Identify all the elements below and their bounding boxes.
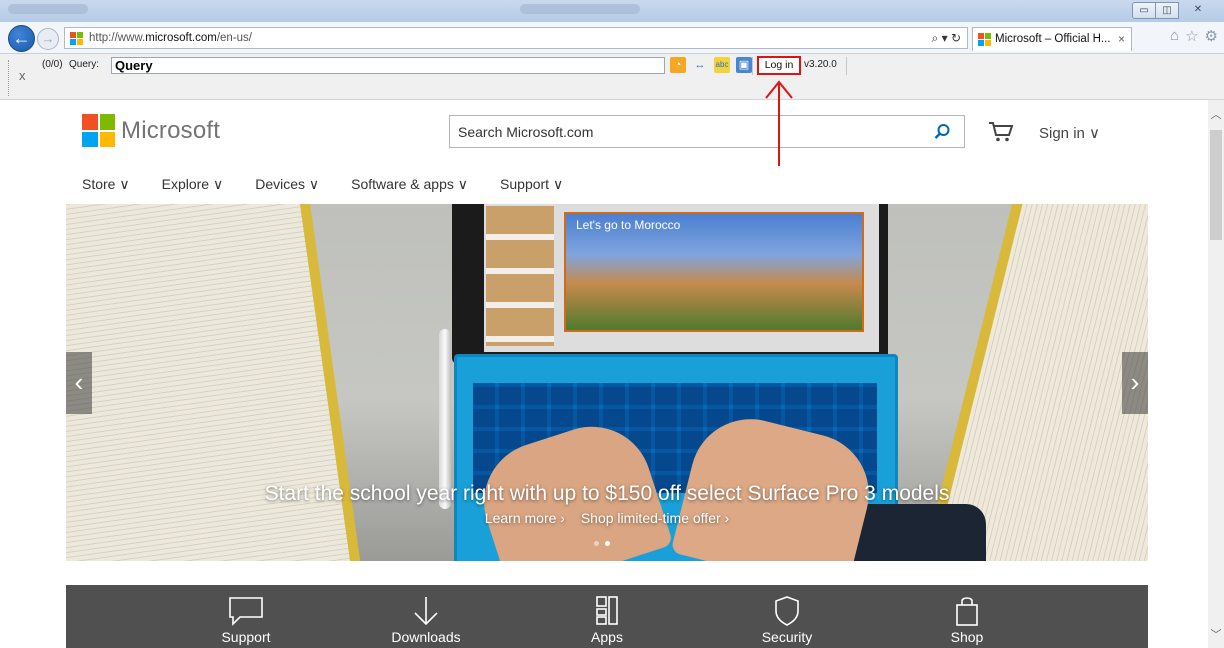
toolbar-separator [752, 57, 753, 75]
carousel-dots [594, 541, 610, 546]
tab-close-button[interactable]: × [1118, 32, 1125, 46]
microsoft-logo-icon [82, 114, 115, 147]
query-input[interactable]: Query [111, 57, 665, 74]
forward-button[interactable]: → [37, 28, 59, 50]
star-icon[interactable]: ☆ [1185, 27, 1198, 45]
hero-title: Start the school year right with up to $… [264, 482, 950, 505]
browser-tab[interactable]: Microsoft – Official H... × [972, 27, 1132, 51]
sign-in-link[interactable]: Sign in ∨ [1039, 124, 1100, 142]
page-scrollbar[interactable]: ︿ ﹀ [1208, 100, 1224, 648]
microsoft-logo[interactable]: Microsoft [82, 114, 220, 147]
annotation-arrow [765, 80, 793, 166]
restore-button[interactable]: ◫ [1155, 2, 1179, 19]
menu-software-apps[interactable]: Software & apps ∨ [351, 176, 468, 193]
carousel-dot[interactable] [594, 541, 599, 546]
tile-label: Downloads [391, 629, 461, 645]
menu-explore[interactable]: Explore ∨ [162, 176, 224, 193]
cart-icon[interactable] [988, 121, 1014, 143]
home-icon[interactable]: ⌂ [1170, 27, 1179, 45]
tile-security[interactable]: Security [727, 595, 847, 645]
search-icon[interactable] [932, 122, 952, 142]
slide-thumbnails [486, 206, 554, 346]
tab-favicon [978, 33, 991, 46]
download-icon [414, 597, 438, 626]
toolbar-grip[interactable] [8, 60, 11, 96]
address-bar[interactable]: http://www.microsoft.com/en-us/ ⌕ ▾ ↻ [64, 27, 968, 49]
tile-label: Apps [591, 629, 623, 645]
hero-links: Learn more › Shop limited-time offer › [66, 510, 1148, 526]
address-tools[interactable]: ⌕ ▾ ↻ [932, 31, 961, 46]
extension-orange-icon[interactable]: ◔ [670, 57, 686, 73]
site-favicon [70, 32, 83, 45]
scroll-up-icon[interactable]: ︿ [1208, 106, 1224, 122]
hero-tablet-screen: Let's go to Morocco [484, 204, 879, 352]
bag-icon [956, 597, 978, 626]
tile-apps[interactable]: Apps [547, 595, 667, 645]
extension-swap-icon[interactable]: ↔ [692, 57, 708, 73]
hero-tablet: Let's go to Morocco [452, 204, 888, 364]
main-menu: Store ∨ Explore ∨ Devices ∨ Software & a… [82, 176, 595, 193]
close-window-button[interactable]: ✕ [1178, 2, 1218, 19]
titlebar-blur [520, 4, 640, 14]
hero-carousel: Let's go to Morocco Start the school yea… [66, 204, 1148, 561]
shop-offer-link[interactable]: Shop limited-time offer › [581, 510, 729, 526]
site-search-input[interactable]: Search Microsoft.com [449, 115, 965, 148]
extension-close-button[interactable]: x [19, 68, 26, 83]
tab-title: Microsoft – Official H... [995, 33, 1111, 45]
shield-icon [775, 596, 799, 626]
menu-store[interactable]: Store ∨ [82, 176, 130, 193]
query-label: Query: [69, 59, 100, 70]
browser-navbar: ← → http://www.microsoft.com/en-us/ ⌕ ▾ … [0, 22, 1224, 54]
chat-icon [229, 597, 263, 626]
slide-caption: Let's go to Morocco [576, 218, 681, 232]
scroll-down-icon[interactable]: ﹀ [1208, 626, 1224, 642]
scroll-thumb[interactable] [1210, 130, 1222, 240]
carousel-dot-active[interactable] [605, 541, 610, 546]
apps-icon [596, 596, 618, 625]
menu-devices[interactable]: Devices ∨ [255, 176, 319, 193]
tile-support[interactable]: Support [186, 595, 306, 645]
tile-downloads[interactable]: Downloads [366, 595, 486, 645]
query-count: (0/0) [42, 59, 63, 70]
learn-more-link[interactable]: Learn more › [485, 510, 565, 526]
tile-shop[interactable]: Shop [907, 595, 1027, 645]
carousel-next-button[interactable]: › [1122, 352, 1148, 414]
window-titlebar: ▭ ◫ ✕ [0, 0, 1224, 22]
back-arrow-icon: ← [12, 28, 31, 48]
window-controls: ▭ ◫ ✕ [1132, 2, 1218, 19]
extension-image-icon[interactable]: ▣ [736, 57, 752, 73]
minimize-button[interactable]: ▭ [1132, 2, 1156, 19]
back-button[interactable]: ← [8, 25, 35, 52]
carousel-prev-button[interactable]: ‹ [66, 352, 92, 414]
extension-toolbar: x (0/0) Query: Query ◔ ↔ abc ▣ Log in v3… [0, 54, 1224, 100]
menu-support[interactable]: Support ∨ [500, 176, 563, 193]
browser-toolbar-icons: ⌂ ☆ ⚙ [1170, 27, 1218, 45]
gear-icon[interactable]: ⚙ [1205, 27, 1218, 45]
tile-label: Support [221, 629, 271, 645]
extension-spell-icon[interactable]: abc [714, 57, 730, 73]
brand-name: Microsoft [121, 116, 221, 144]
address-url: http://www.microsoft.com/en-us/ [89, 32, 252, 44]
titlebar-blur [8, 4, 88, 14]
extension-version: v3.20.0 [804, 59, 837, 70]
tile-label: Shop [950, 629, 984, 645]
tile-label: Security [761, 629, 813, 645]
hero-text: Start the school year right with up to $… [66, 482, 1148, 526]
presentation-slide: Let's go to Morocco [564, 212, 864, 332]
login-button[interactable]: Log in [757, 56, 801, 75]
forward-arrow-icon: → [41, 31, 55, 46]
extension-icons: ◔ ↔ abc ▣ [670, 57, 752, 73]
site-header: Microsoft Search Microsoft.com Sign in ∨… [0, 100, 1208, 204]
quick-links-bar: Support Downloads Apps Security Shop [66, 585, 1148, 648]
toolbar-separator [846, 57, 847, 75]
search-placeholder: Search Microsoft.com [458, 124, 594, 140]
